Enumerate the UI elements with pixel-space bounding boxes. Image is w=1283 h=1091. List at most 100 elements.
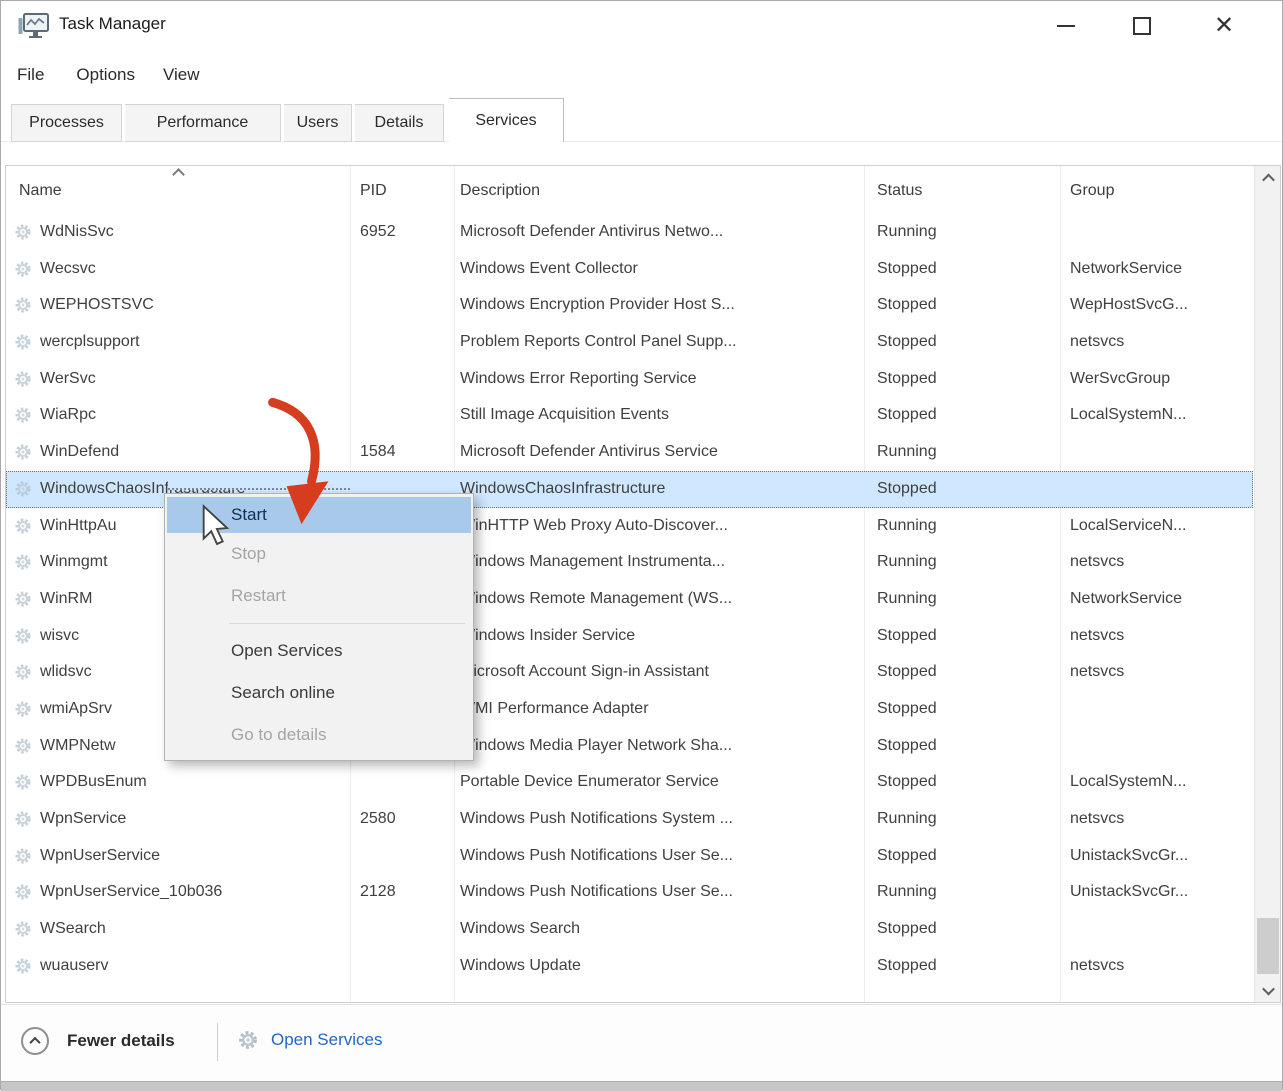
column-header-name[interactable]: Name — [19, 182, 62, 200]
close-icon: ✕ — [1214, 14, 1234, 38]
service-description: Windows Remote Management (WS... — [460, 581, 732, 618]
table-row[interactable]: WSearchWindows SearchStopped — [6, 911, 1253, 948]
minimize-button[interactable] — [1043, 1, 1089, 51]
menu-item-go-to-details: Go to details — [165, 714, 473, 756]
menu-item-search-online[interactable]: Search online — [165, 672, 473, 714]
service-group: WepHostSvcG... — [1070, 287, 1188, 324]
service-gear-icon — [12, 294, 34, 316]
scrollbar-thumb[interactable] — [1257, 918, 1279, 974]
column-header-description[interactable]: Description — [460, 182, 540, 200]
service-gear-icon — [12, 515, 34, 537]
tab-users[interactable]: Users — [284, 104, 352, 142]
table-row[interactable]: WecsvcWindows Event CollectorStoppedNetw… — [6, 251, 1253, 288]
service-description: WMI Performance Adapter — [460, 691, 649, 728]
service-description: Problem Reports Control Panel Supp... — [460, 324, 737, 361]
tab-performance[interactable]: Performance — [125, 104, 281, 142]
service-status: Running — [877, 544, 937, 581]
scrollbar-up-button[interactable] — [1255, 166, 1281, 190]
service-status: Running — [877, 874, 937, 911]
service-name: WpnUserService_10b036 — [40, 874, 222, 911]
table-row[interactable]: wuauservWindows UpdateStoppednetsvcs — [6, 948, 1253, 985]
service-description: WindowsChaosInfrastructure — [460, 471, 665, 508]
service-group: WerSvcGroup — [1070, 361, 1170, 398]
service-name: WdNisSvc — [40, 214, 114, 251]
menu-file[interactable]: File — [15, 61, 46, 89]
service-name: WPDBusEnum — [40, 764, 147, 801]
service-description: Windows Search — [460, 911, 580, 948]
service-status: Stopped — [877, 397, 937, 434]
tab-services[interactable]: Services — [449, 98, 564, 142]
table-row[interactable]: WiaRpcStill Image Acquisition EventsStop… — [6, 397, 1253, 434]
service-gear-icon — [12, 478, 34, 500]
service-name: WEPHOSTSVC — [40, 287, 154, 324]
table-row[interactable]: WPDBusEnumPortable Device Enumerator Ser… — [6, 764, 1253, 801]
maximize-button[interactable] — [1119, 1, 1165, 51]
service-gear-icon — [12, 735, 34, 757]
close-button[interactable]: ✕ — [1201, 1, 1247, 51]
service-gear-icon — [12, 588, 34, 610]
service-status: Stopped — [877, 691, 937, 728]
tab-processes[interactable]: Processes — [11, 104, 122, 142]
task-manager-window: Task Manager ✕ File Options View Process… — [0, 0, 1283, 1090]
vertical-scrollbar[interactable] — [1254, 166, 1280, 1002]
footer-bar: Fewer details Open Services — [1, 1004, 1282, 1081]
table-row[interactable]: WpnService2580Windows Push Notifications… — [6, 801, 1253, 838]
tab-details[interactable]: Details — [355, 104, 444, 142]
menu-bar: File Options View — [1, 57, 1282, 93]
column-header-pid[interactable]: PID — [360, 182, 387, 200]
service-description: Windows Encryption Provider Host S... — [460, 287, 735, 324]
service-status: Running — [877, 581, 937, 618]
service-pid: 2128 — [360, 874, 396, 911]
table-row[interactable]: wercplsupportProblem Reports Control Pan… — [6, 324, 1253, 361]
fewer-details-button[interactable]: Fewer details — [21, 1027, 175, 1055]
menu-options[interactable]: Options — [74, 61, 137, 89]
service-name: WSearch — [40, 911, 106, 948]
service-gear-icon — [12, 771, 34, 793]
service-name: WinRM — [40, 581, 92, 618]
service-description: Windows Error Reporting Service — [460, 361, 697, 398]
menu-view[interactable]: View — [161, 61, 202, 89]
service-group: UnistackSvcGr... — [1070, 838, 1188, 875]
table-row[interactable]: WpnUserServiceWindows Push Notifications… — [6, 838, 1253, 875]
service-group: LocalSystemN... — [1070, 764, 1186, 801]
service-group: netsvcs — [1070, 544, 1124, 581]
service-gear-icon — [12, 551, 34, 573]
service-description: Windows Insider Service — [460, 618, 635, 655]
chevron-down-icon — [1262, 982, 1275, 995]
service-name: wisvc — [40, 618, 79, 655]
title-bar: Task Manager ✕ — [1, 1, 1282, 51]
column-header-status[interactable]: Status — [877, 182, 922, 200]
service-status: Stopped — [877, 838, 937, 875]
service-name: wlidsvc — [40, 654, 92, 691]
service-status: Running — [877, 214, 937, 251]
service-name: WpnUserService — [40, 838, 160, 875]
service-gear-icon — [12, 661, 34, 683]
scrollbar-down-button[interactable] — [1255, 978, 1281, 1002]
chevron-up-icon — [1262, 173, 1275, 186]
service-status: Stopped — [877, 764, 937, 801]
table-row[interactable]: WdNisSvc6952Microsoft Defender Antivirus… — [6, 214, 1253, 251]
service-status: Running — [877, 434, 937, 471]
service-group: NetworkService — [1070, 251, 1182, 288]
service-group: netsvcs — [1070, 654, 1124, 691]
menu-item-open-services[interactable]: Open Services — [165, 630, 473, 672]
menu-item-start[interactable]: Start — [167, 497, 471, 533]
service-gear-icon — [12, 698, 34, 720]
service-pid: 2580 — [360, 801, 396, 838]
service-gear-icon — [12, 368, 34, 390]
service-status: Stopped — [877, 948, 937, 985]
column-header-group[interactable]: Group — [1070, 182, 1114, 200]
open-services-label: Open Services — [271, 1030, 383, 1050]
open-services-link[interactable]: Open Services — [235, 1027, 383, 1053]
task-manager-app-icon — [17, 12, 49, 40]
service-description: Microsoft Account Sign-in Assistant — [460, 654, 709, 691]
service-description: Windows Push Notifications System ... — [460, 801, 733, 838]
chevron-up-icon — [29, 1037, 40, 1048]
table-row[interactable]: WEPHOSTSVC Windows Encryption Provider Ho… — [6, 287, 1253, 324]
services-gear-icon — [235, 1027, 261, 1053]
service-pid: 1584 — [360, 434, 396, 471]
table-row[interactable]: WinDefend1584Microsoft Defender Antiviru… — [6, 434, 1253, 471]
service-group: netsvcs — [1070, 801, 1124, 838]
table-row[interactable]: WerSvcWindows Error Reporting ServiceSto… — [6, 361, 1253, 398]
table-row[interactable]: WpnUserService_10b0362128Windows Push No… — [6, 874, 1253, 911]
